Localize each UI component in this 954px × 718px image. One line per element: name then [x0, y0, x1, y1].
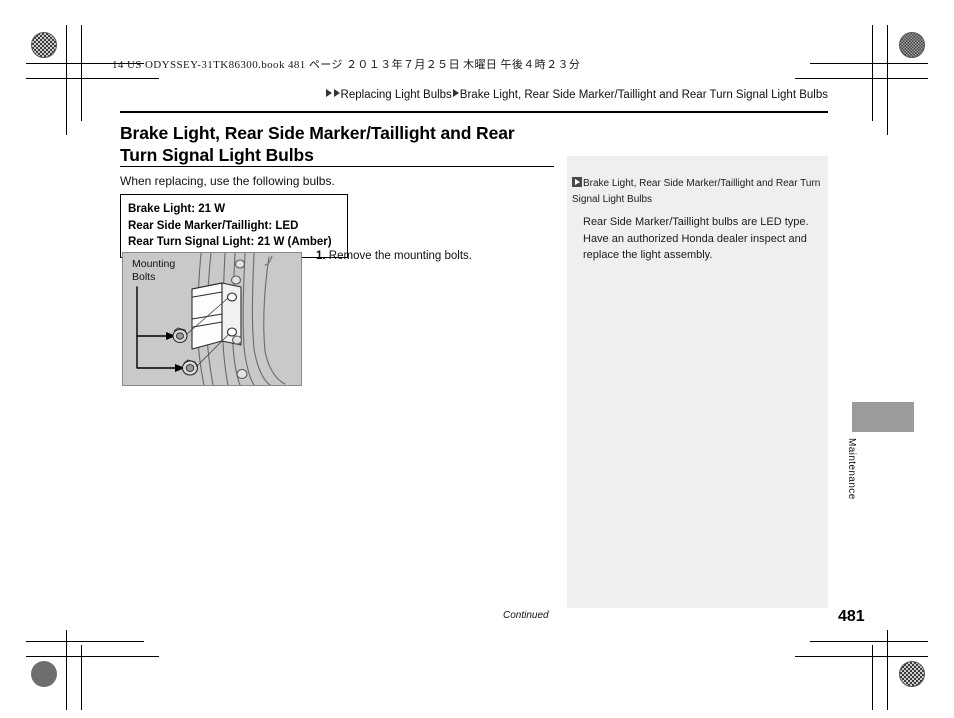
- figure-callout-line2: Bolts: [132, 271, 156, 284]
- crop-mark-top-left-v2: [81, 25, 82, 121]
- breadcrumb-arrow-icon-1: [325, 89, 332, 97]
- breadcrumb-item-current: Brake Light, Rear Side Marker/Taillight …: [459, 89, 828, 101]
- step-item-1: 1. Remove the mounting bolts.: [316, 250, 556, 262]
- spec-rear-side-marker-taillight: Rear Side Marker/Taillight: LED: [128, 219, 299, 232]
- note-marker-icon: [572, 177, 582, 187]
- crop-mark-bottom-right-h1: [810, 641, 928, 642]
- side-note-body: Rear Side Marker/Taillight bulbs are LED…: [583, 216, 809, 261]
- section-thumb-tab-label: Maintenance: [846, 438, 857, 500]
- breadcrumb: Replacing Light Bulbs Brake Light, Rear S…: [120, 89, 828, 101]
- solid-registration-circle-bottom-left: [31, 661, 57, 687]
- breadcrumb-arrow-icon-3: [452, 89, 459, 97]
- bulb-specification-box: Brake Light: 21 W Rear Side Marker/Taill…: [120, 194, 348, 259]
- document-page: 14 US ODYSSEY-31TK86300.book 481 ページ ２０１…: [0, 0, 954, 718]
- mounting-bolt-lower: [181, 359, 199, 376]
- registration-target-top-left: [84, 42, 110, 68]
- breadcrumb-arrow-icon-2: [333, 89, 340, 97]
- registration-target-bottom-center: [464, 648, 490, 674]
- crop-mark-bottom-left-v2: [81, 645, 82, 710]
- page-title: Brake Light, Rear Side Marker/Taillight …: [120, 123, 515, 166]
- registration-target-bottom-left: [84, 655, 110, 681]
- crop-mark-bottom-left-h1: [26, 641, 144, 642]
- side-note-title: Brake Light, Rear Side Marker/Taillight …: [572, 178, 821, 205]
- spec-brake-light: Brake Light: 21 W: [128, 203, 226, 215]
- side-note-heading: Brake Light, Rear Side Marker/Taillight …: [572, 176, 824, 207]
- crop-mark-top-left-v1: [66, 25, 67, 135]
- section-thumb-tab: [852, 402, 914, 432]
- print-book-header: 14 US ODYSSEY-31TK86300.book 481 ページ ２０１…: [112, 59, 581, 71]
- spec-rear-turn-signal-light: Rear Turn Signal Light: 21 W (Amber): [128, 236, 332, 249]
- registration-target-top-right: [844, 42, 870, 68]
- registration-target-bottom-right: [844, 655, 870, 681]
- header-divider: [120, 111, 828, 113]
- registration-target-right-lower: [887, 611, 913, 637]
- crop-mark-top-right-v1: [887, 25, 888, 135]
- registration-target-right-middle: [888, 347, 914, 373]
- registration-target-left-upper: [41, 85, 67, 111]
- crop-mark-top-right-h2: [795, 78, 928, 79]
- registration-target-left-middle: [40, 347, 66, 373]
- page-number: 481: [838, 608, 865, 625]
- mounting-bolt-upper: [172, 327, 188, 344]
- title-divider: [120, 166, 554, 167]
- step-text-1: Remove the mounting bolts.: [328, 250, 472, 262]
- side-note-panel: Brake Light, Rear Side Marker/Taillight …: [567, 156, 828, 608]
- figure-callout-line1: Mounting: [132, 258, 176, 270]
- crop-mark-bottom-left-v1: [66, 630, 67, 710]
- registration-target-left-lower: [41, 611, 67, 637]
- step-number-1: 1.: [316, 250, 326, 262]
- registration-target-right-upper: [887, 85, 913, 111]
- crop-mark-bottom-right-v2: [872, 645, 873, 710]
- crop-mark-top-right-v2: [872, 25, 873, 121]
- continued-label: Continued: [503, 610, 549, 621]
- crop-mark-top-left-h2: [26, 78, 159, 79]
- breadcrumb-item-replacing-light-bulbs[interactable]: Replacing Light Bulbs: [341, 89, 452, 101]
- halftone-registration-circle-top-left: [31, 32, 57, 58]
- intro-text: When replacing, use the following bulbs.: [120, 174, 335, 188]
- halftone-registration-circle-top-right: [899, 32, 925, 58]
- figure-callout-label: Mounting Bolts: [132, 258, 175, 284]
- crop-mark-bottom-right-v1: [887, 630, 888, 710]
- halftone-registration-circle-bottom-right: [899, 661, 925, 687]
- mounting-bolts-illustration: Mounting Bolts: [122, 252, 302, 386]
